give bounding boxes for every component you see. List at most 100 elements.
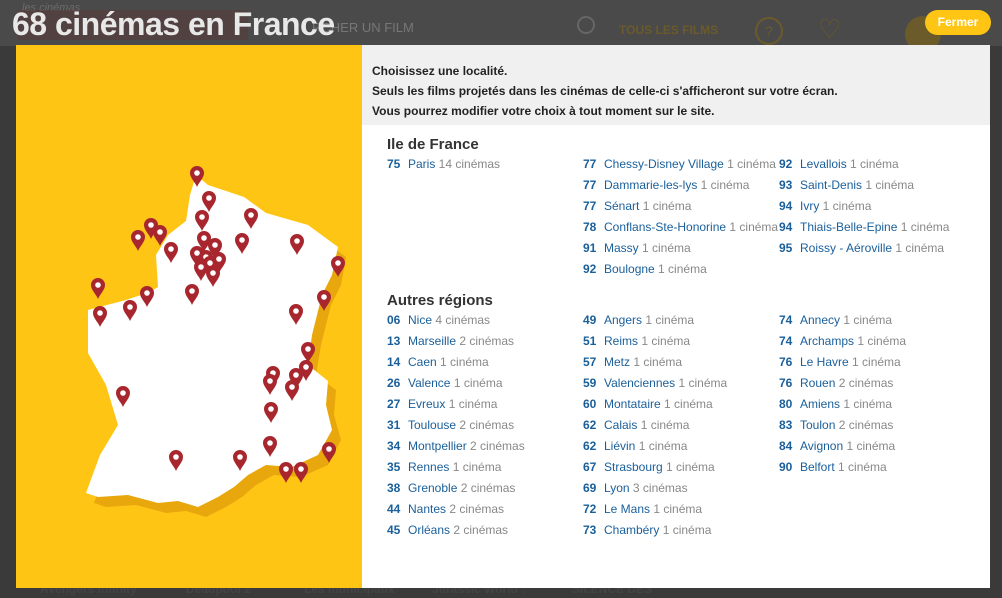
city-link[interactable]: Toulouse [408, 418, 456, 432]
city-link[interactable]: Valence [408, 376, 450, 390]
heart-icon[interactable]: ♡ [818, 14, 841, 45]
city-link[interactable]: Conflans-Ste-Honorine [604, 220, 726, 234]
city-link[interactable]: Sénart [604, 199, 639, 213]
city-item[interactable]: 77 Chessy-Disney Village 1 cinéma [583, 154, 778, 175]
city-link[interactable]: Belfort [800, 460, 835, 474]
city-item[interactable]: 35 Rennes 1 cinéma [387, 457, 525, 478]
city-link[interactable]: Le Havre [800, 355, 849, 369]
city-item[interactable]: 34 Montpellier 2 cinémas [387, 436, 525, 457]
city-item[interactable]: 74 Archamps 1 cinéma [779, 331, 906, 352]
city-link[interactable]: Dammarie-les-lys [604, 178, 697, 192]
city-item[interactable]: 77 Dammarie-les-lys 1 cinéma [583, 175, 778, 196]
city-link[interactable]: Rennes [408, 460, 449, 474]
city-link[interactable]: Chessy-Disney Village [604, 157, 724, 171]
city-link[interactable]: Reims [604, 334, 638, 348]
city-link[interactable]: Rouen [800, 376, 835, 390]
city-item[interactable]: 31 Toulouse 2 cinémas [387, 415, 525, 436]
city-link[interactable]: Nantes [408, 502, 446, 516]
city-item[interactable]: 90 Belfort 1 cinéma [779, 457, 906, 478]
help-icon[interactable]: ? [755, 17, 783, 45]
city-link[interactable]: Annecy [800, 313, 840, 327]
city-item[interactable]: 77 Sénart 1 cinéma [583, 196, 778, 217]
city-link[interactable]: Nice [408, 313, 432, 327]
city-item[interactable]: 73 Chambéry 1 cinéma [583, 520, 727, 541]
city-item[interactable]: 91 Massy 1 cinéma [583, 238, 778, 259]
city-item[interactable]: 80 Amiens 1 cinéma [779, 394, 906, 415]
city-item[interactable]: 13 Marseille 2 cinémas [387, 331, 525, 352]
city-link[interactable]: Lyon [604, 481, 630, 495]
city-link[interactable]: Archamps [800, 334, 854, 348]
city-link[interactable]: Liévin [604, 439, 635, 453]
city-item[interactable]: 75 Paris 14 cinémas [387, 154, 500, 175]
city-link[interactable]: Amiens [800, 397, 840, 411]
all-films-link[interactable]: TOUS LES FILMS [619, 23, 718, 37]
city-item[interactable]: 76 Le Havre 1 cinéma [779, 352, 906, 373]
city-link[interactable]: Orléans [408, 523, 450, 537]
city-item[interactable]: 74 Annecy 1 cinéma [779, 310, 906, 331]
city-item[interactable]: 62 Liévin 1 cinéma [583, 436, 727, 457]
city-item[interactable]: 49 Angers 1 cinéma [583, 310, 727, 331]
city-link[interactable]: Saint-Denis [800, 178, 862, 192]
city-link[interactable]: Valenciennes [604, 376, 675, 390]
city-link[interactable]: Evreux [408, 397, 445, 411]
city-link[interactable]: Toulon [800, 418, 835, 432]
close-button[interactable]: Fermer [925, 10, 991, 35]
city-link[interactable]: Marseille [408, 334, 456, 348]
city-link[interactable]: Le Mans [604, 502, 650, 516]
city-item[interactable]: 76 Rouen 2 cinémas [779, 373, 906, 394]
city-link[interactable]: Grenoble [408, 481, 457, 495]
city-item[interactable]: 94 Ivry 1 cinéma [779, 196, 949, 217]
department-code: 44 [387, 502, 401, 516]
city-item[interactable]: 84 Avignon 1 cinéma [779, 436, 906, 457]
city-item[interactable]: 67 Strasbourg 1 cinéma [583, 457, 727, 478]
city-item[interactable]: 93 Saint-Denis 1 cinéma [779, 175, 949, 196]
cinema-count: 14 cinémas [435, 157, 501, 171]
city-item[interactable]: 57 Metz 1 cinéma [583, 352, 727, 373]
cinema-count: 1 cinéma [638, 334, 691, 348]
city-link[interactable]: Roissy - Aéroville [800, 241, 892, 255]
map-pin-icon[interactable] [131, 230, 145, 251]
city-item[interactable]: 94 Thiais-Belle-Epine 1 cinéma [779, 217, 949, 238]
city-link[interactable]: Paris [408, 157, 435, 171]
city-link[interactable]: Avignon [800, 439, 843, 453]
page-title: 68 cinémas en France [12, 6, 335, 42]
city-item[interactable]: 92 Boulogne 1 cinéma [583, 259, 778, 280]
city-link[interactable]: Thiais-Belle-Epine [800, 220, 897, 234]
city-item[interactable]: 78 Conflans-Ste-Honorine 1 cinéma [583, 217, 778, 238]
city-item[interactable]: 60 Montataire 1 cinéma [583, 394, 727, 415]
city-link[interactable]: Calais [604, 418, 637, 432]
city-item[interactable]: 44 Nantes 2 cinémas [387, 499, 525, 520]
city-item[interactable]: 62 Calais 1 cinéma [583, 415, 727, 436]
city-link[interactable]: Montataire [604, 397, 661, 411]
map-pin-icon[interactable] [91, 278, 105, 299]
city-item[interactable]: 27 Evreux 1 cinéma [387, 394, 525, 415]
city-link[interactable]: Massy [604, 241, 639, 255]
map-pin-icon[interactable] [294, 462, 308, 483]
city-link[interactable]: Ivry [800, 199, 819, 213]
city-item[interactable]: 83 Toulon 2 cinémas [779, 415, 906, 436]
city-link[interactable]: Caen [408, 355, 437, 369]
city-item[interactable]: 14 Caen 1 cinéma [387, 352, 525, 373]
cinema-count: 1 cinéma [445, 397, 498, 411]
search-icon[interactable] [577, 16, 595, 34]
city-link[interactable]: Metz [604, 355, 630, 369]
city-item[interactable]: 26 Valence 1 cinéma [387, 373, 525, 394]
city-link[interactable]: Strasbourg [604, 460, 663, 474]
city-link[interactable]: Boulogne [604, 262, 655, 276]
city-item[interactable]: 51 Reims 1 cinéma [583, 331, 727, 352]
city-link[interactable]: Chambéry [604, 523, 659, 537]
info-box: Choisissez une localité. Seuls les films… [362, 45, 990, 125]
info-line-3: Vous pourrez modifier votre choix à tout… [372, 104, 715, 118]
city-item[interactable]: 92 Levallois 1 cinéma [779, 154, 949, 175]
city-link[interactable]: Angers [604, 313, 642, 327]
city-item[interactable]: 45 Orléans 2 cinémas [387, 520, 525, 541]
city-item[interactable]: 95 Roissy - Aéroville 1 cinéma [779, 238, 949, 259]
city-item[interactable]: 72 Le Mans 1 cinéma [583, 499, 727, 520]
city-item[interactable]: 59 Valenciennes 1 cinéma [583, 373, 727, 394]
city-item[interactable]: 06 Nice 4 cinémas [387, 310, 525, 331]
city-link[interactable]: Montpellier [408, 439, 467, 453]
city-item[interactable]: 38 Grenoble 2 cinémas [387, 478, 525, 499]
map-pin-icon[interactable] [279, 462, 293, 483]
city-item[interactable]: 69 Lyon 3 cinémas [583, 478, 727, 499]
city-link[interactable]: Levallois [800, 157, 847, 171]
